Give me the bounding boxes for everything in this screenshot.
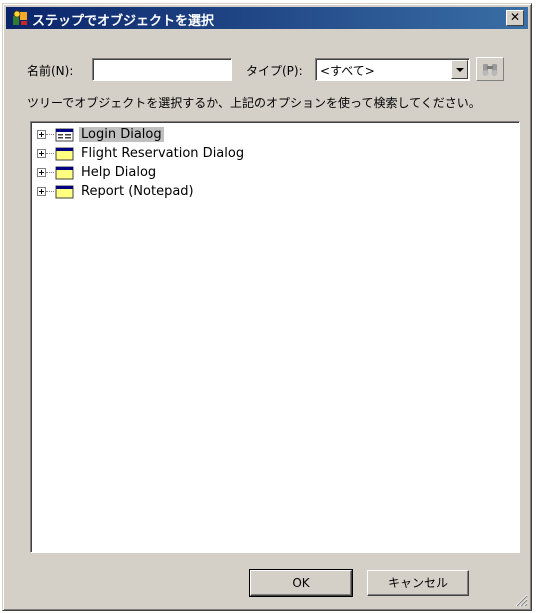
binoculars-icon (482, 64, 498, 76)
tree-connector (46, 153, 54, 154)
tree-item-flight-reservation[interactable]: Flight Reservation Dialog (31, 145, 331, 163)
title-bar[interactable]: ステップでオブジェクトを選択 ✕ (6, 7, 528, 29)
window-icon (55, 147, 74, 161)
ok-button[interactable]: OK (249, 569, 353, 597)
window-title: ステップでオブジェクトを選択 (32, 14, 215, 29)
type-label: タイプ(P): (246, 64, 303, 78)
window-icon (55, 166, 74, 180)
object-tree[interactable]: Login Dialog Flight Reservation Dialog H… (30, 121, 520, 553)
resize-grip-icon[interactable] (514, 593, 528, 607)
app-icon (13, 10, 27, 25)
tree-item-report-notepad[interactable]: Report (Notepad) (31, 183, 331, 201)
expand-icon[interactable] (37, 187, 46, 196)
tree-item-label: Flight Reservation Dialog (81, 146, 245, 161)
tree-item-help-dialog[interactable]: Help Dialog (31, 164, 331, 182)
find-button[interactable] (476, 57, 504, 81)
tree-connector (46, 134, 54, 135)
expand-icon[interactable] (37, 130, 46, 139)
close-button[interactable]: ✕ (506, 10, 524, 26)
expand-icon[interactable] (37, 168, 46, 177)
select-object-dialog: ステップでオブジェクトを選択 ✕ 名前(N): タイプ(P): <すべて> ツリ… (2, 3, 532, 611)
type-select[interactable]: <すべて> (315, 58, 470, 81)
tree-connector (46, 172, 54, 173)
expand-icon[interactable] (37, 149, 46, 158)
chevron-down-icon[interactable] (451, 60, 468, 79)
tree-item-label: Help Dialog (81, 165, 157, 180)
dialog-icon (55, 128, 74, 142)
type-select-value: <すべて> (320, 64, 375, 78)
name-label: 名前(N): (27, 64, 74, 78)
close-icon: ✕ (509, 10, 521, 24)
tree-item-label: Login Dialog (79, 127, 164, 142)
tree-item-label: Report (Notepad) (81, 184, 194, 199)
name-input[interactable] (92, 58, 232, 81)
tree-item-login-dialog[interactable]: Login Dialog (31, 126, 331, 144)
cancel-button[interactable]: キャンセル (367, 570, 469, 596)
instruction-text: ツリーでオブジェクトを選択するか、上記のオプションを使って検索してください。 (27, 96, 481, 110)
window-icon (55, 185, 74, 199)
tree-connector (46, 191, 54, 192)
